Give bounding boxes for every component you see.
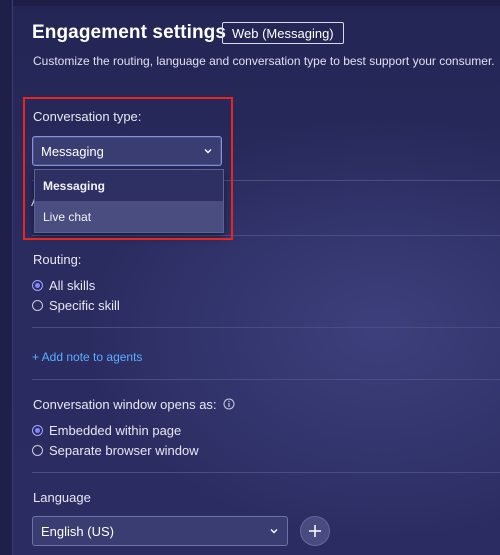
routing-all-skills-radio[interactable] xyxy=(32,280,43,291)
section-divider xyxy=(32,379,500,380)
window-top-edge xyxy=(0,0,500,6)
language-label: Language xyxy=(33,490,91,505)
language-value: English (US) xyxy=(41,524,114,539)
chevron-down-icon xyxy=(270,529,278,534)
add-language-button[interactable] xyxy=(300,516,330,546)
section-divider xyxy=(32,327,500,328)
window-embedded-label[interactable]: Embedded within page xyxy=(49,423,181,438)
routing-specific-skill-label[interactable]: Specific skill xyxy=(49,298,120,313)
routing-specific-skill-radio[interactable] xyxy=(32,300,43,311)
window-opens-label: Conversation window opens as: xyxy=(33,397,217,412)
language-select[interactable]: English (US) xyxy=(32,516,288,546)
page-subtitle: Customize the routing, language and conv… xyxy=(33,54,495,68)
routing-label: Routing: xyxy=(33,252,82,267)
routing-all-skills-label[interactable]: All skills xyxy=(49,278,95,293)
window-embedded-radio[interactable] xyxy=(32,425,43,436)
left-panel-edge xyxy=(0,0,13,555)
window-separate-radio[interactable] xyxy=(32,445,43,456)
window-separate-label[interactable]: Separate browser window xyxy=(49,443,199,458)
annotation-highlight-box xyxy=(23,97,233,240)
page-title: Engagement settings xyxy=(32,22,227,43)
channel-badge: Web (Messaging) xyxy=(222,22,344,44)
info-circle-icon[interactable] xyxy=(223,398,235,410)
add-note-link[interactable]: + Add note to agents xyxy=(32,350,142,364)
section-divider xyxy=(32,472,500,473)
plus-icon xyxy=(309,525,321,537)
